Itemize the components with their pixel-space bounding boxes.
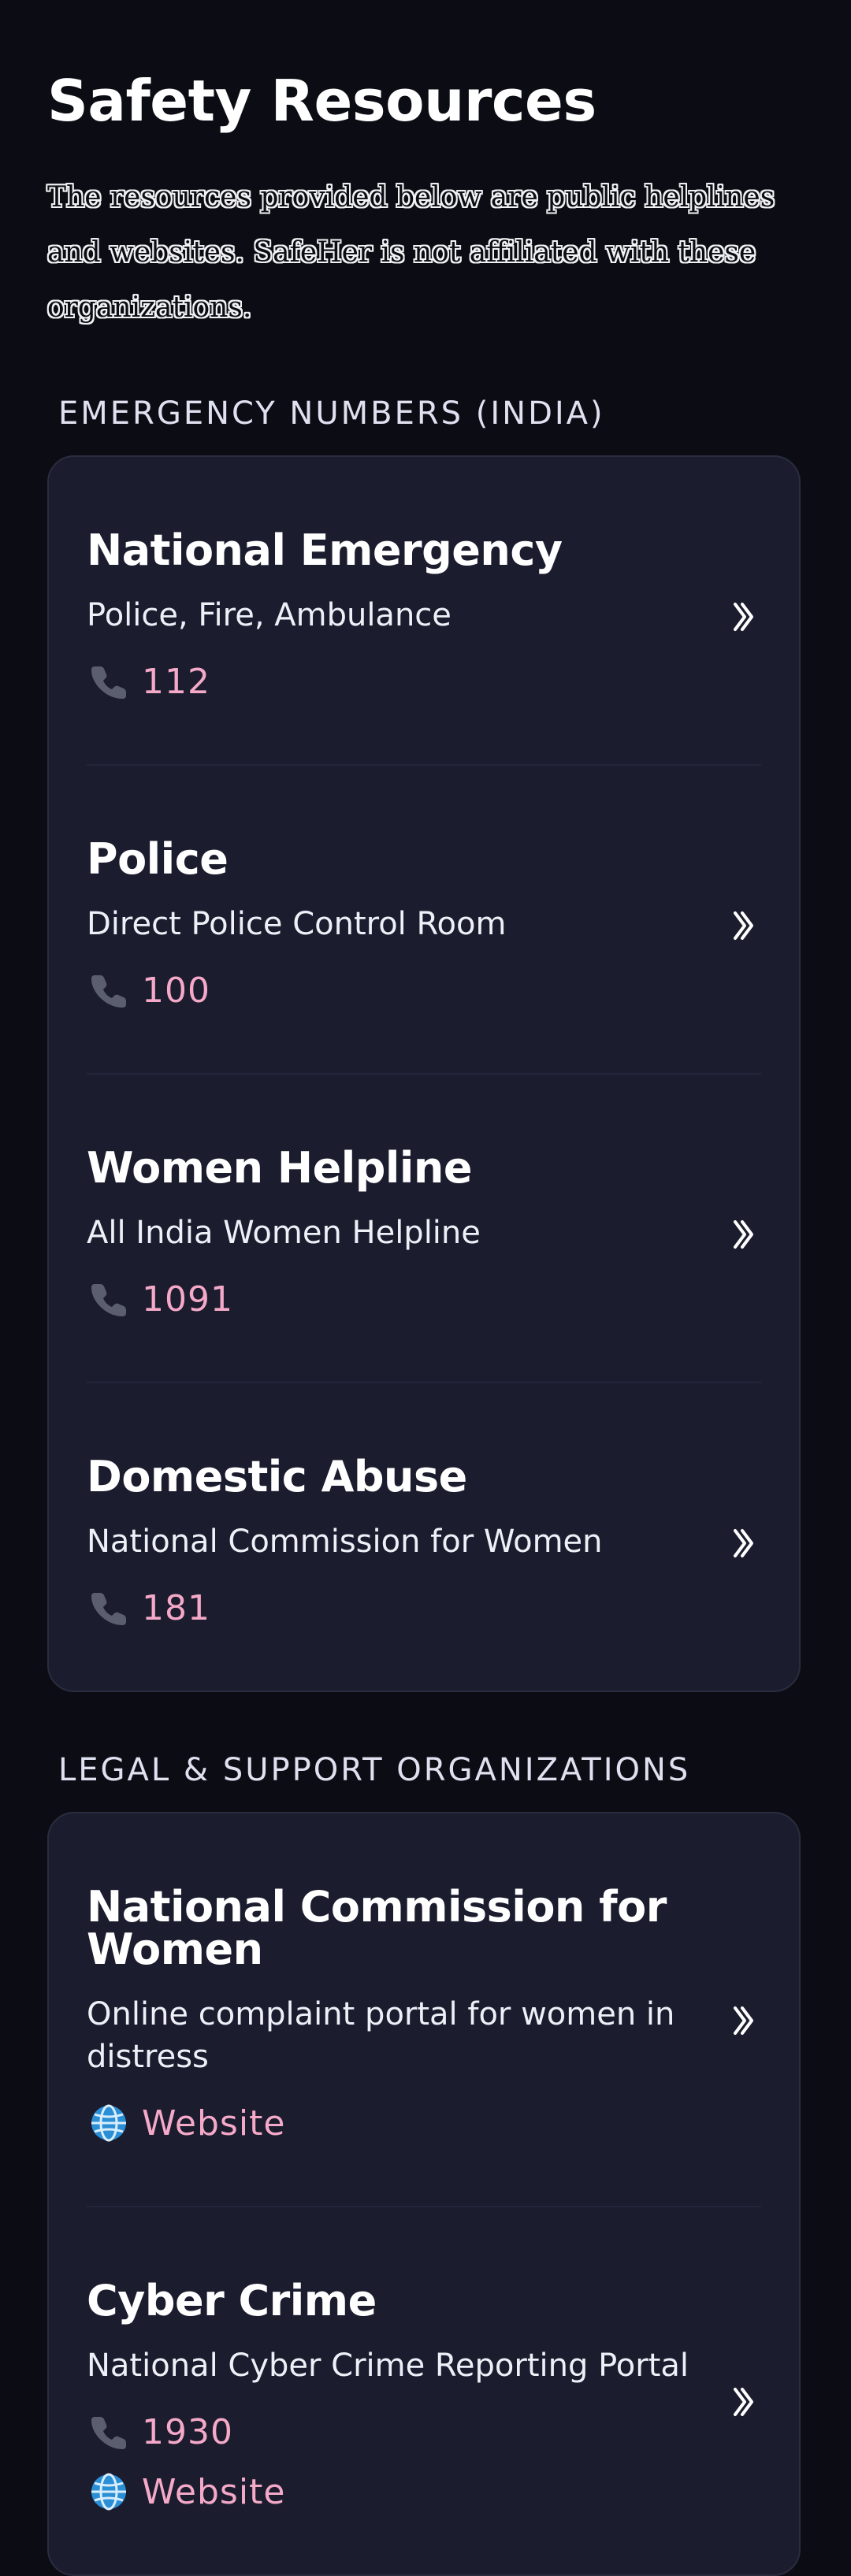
- resource-title: Women Helpline: [87, 1143, 472, 1193]
- resource-title: Domestic Abuse: [87, 1452, 467, 1501]
- resource-item-national-emergency[interactable]: National Emergency Police, Fire, Ambulan…: [87, 457, 761, 766]
- resource-title: National Commission for Women: [87, 1882, 667, 1974]
- resource-description: Police, Fire, Ambulance: [87, 597, 452, 633]
- resource-item-police[interactable]: Police Direct Police Control Room 100: [87, 766, 761, 1075]
- phone-number: 1930: [142, 2411, 233, 2452]
- phone-row[interactable]: 112: [87, 657, 761, 706]
- legal-card: National Commission for Women Online com…: [47, 1812, 801, 2576]
- resource-description: National Cyber Crime Reporting Portal: [87, 2348, 689, 2384]
- globe-icon: [87, 2470, 131, 2514]
- resource-title: Police: [87, 834, 229, 884]
- phone-icon: [87, 1277, 131, 1321]
- chevron-right-icon: [728, 2380, 760, 2424]
- safety-resources-screen: Safety Resources The resources provided …: [0, 0, 851, 2576]
- resource-description: Online complaint portal for women in dis…: [87, 1996, 675, 2075]
- phone-icon: [87, 1586, 131, 1630]
- phone-icon: [87, 659, 131, 703]
- resource-description: Direct Police Control Room: [87, 906, 507, 942]
- chevron-right-icon: [728, 595, 760, 639]
- chevron-right-icon: [728, 1999, 760, 2043]
- section-label-legal: LEGAL & SUPPORT ORGANIZATIONS: [58, 1752, 691, 1788]
- phone-row[interactable]: 181: [87, 1583, 761, 1632]
- phone-number: 112: [142, 661, 210, 702]
- resource-description: All India Women Helpline: [87, 1215, 481, 1251]
- website-link[interactable]: Website: [142, 2472, 285, 2512]
- intro-text: The resources provided below are public …: [47, 181, 775, 324]
- page-title: Safety Resources: [47, 68, 596, 134]
- section-label-emergency: EMERGENCY NUMBERS (INDIA): [58, 395, 605, 432]
- globe-icon: [87, 2101, 131, 2145]
- chevron-right-icon: [728, 904, 760, 948]
- phone-row[interactable]: 100: [87, 966, 761, 1015]
- phone-icon: [87, 968, 131, 1012]
- phone-number: 181: [142, 1587, 210, 1628]
- resource-title: National Emergency: [87, 525, 563, 575]
- website-row[interactable]: Website: [87, 2467, 761, 2516]
- resource-title: Cyber Crime: [87, 2276, 377, 2325]
- phone-number: 100: [142, 970, 210, 1011]
- phone-number: 1091: [142, 1279, 233, 1320]
- resource-item-women-helpline[interactable]: Women Helpline All India Women Helpline …: [87, 1075, 761, 1383]
- phone-row[interactable]: 1930: [87, 2407, 761, 2456]
- chevron-right-icon: [728, 1521, 760, 1565]
- website-link[interactable]: Website: [142, 2103, 285, 2144]
- resource-description: National Commission for Women: [87, 1524, 603, 1560]
- website-row[interactable]: Website: [87, 2099, 761, 2147]
- phone-row[interactable]: 1091: [87, 1275, 761, 1323]
- emergency-card: National Emergency Police, Fire, Ambulan…: [47, 455, 801, 1692]
- resource-item-cyber-crime[interactable]: Cyber Crime National Cyber Crime Reporti…: [87, 2207, 761, 2574]
- phone-icon: [87, 2410, 131, 2454]
- chevron-right-icon: [728, 1212, 760, 1256]
- resource-item-domestic-abuse[interactable]: Domestic Abuse National Commission for W…: [87, 1383, 761, 1691]
- resource-item-ncw[interactable]: National Commission for Women Online com…: [87, 1813, 761, 2207]
